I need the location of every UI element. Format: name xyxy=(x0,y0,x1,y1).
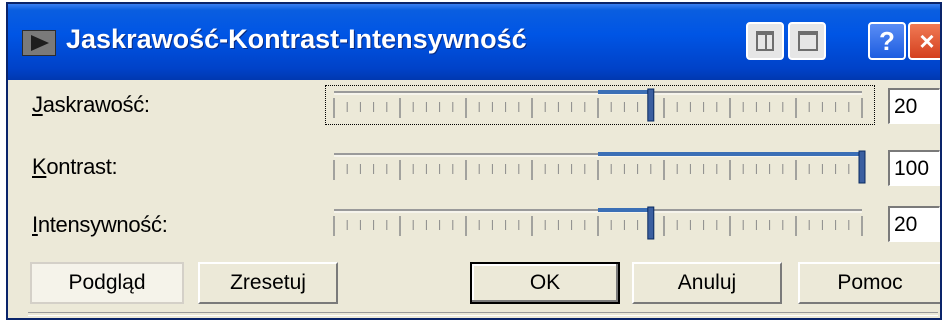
slider-thumb xyxy=(647,88,655,122)
slider-fill xyxy=(598,90,651,94)
reset-button[interactable]: Zresetuj xyxy=(198,262,338,304)
tile-windows-icon[interactable] xyxy=(746,22,784,60)
contrast-accel: K xyxy=(32,154,47,179)
brightness-accel: J xyxy=(32,92,43,117)
help-icon[interactable]: ? xyxy=(868,22,906,60)
status-divider xyxy=(28,312,938,316)
ok-button[interactable]: OK xyxy=(470,262,620,304)
slider-thumb xyxy=(858,150,866,184)
slider-fill xyxy=(598,208,651,212)
slider-fill xyxy=(598,152,862,156)
slider-graphic xyxy=(333,150,866,184)
window-title: Jaskrawość-Kontrast-Intensywność xyxy=(66,24,527,54)
brightness-label: Jaskrawość: xyxy=(32,92,150,118)
intensity-value-field[interactable]: 20 xyxy=(888,206,940,242)
brightness-slider[interactable] xyxy=(325,85,875,125)
slider-thumb xyxy=(647,206,655,240)
brightness-label-rest: askrawość: xyxy=(42,92,150,117)
brightness-value-field[interactable]: 20 xyxy=(888,88,940,124)
help-glyph: ? xyxy=(879,26,895,56)
intensity-label-rest: ntensywność: xyxy=(37,212,168,237)
close-icon[interactable]: × xyxy=(908,22,940,60)
preview-button[interactable]: Podgląd xyxy=(30,262,184,304)
slider-graphic xyxy=(333,88,863,122)
contrast-slider[interactable] xyxy=(326,148,874,186)
help-button[interactable]: Pomoc xyxy=(798,262,940,304)
slider-graphic xyxy=(333,206,863,240)
intensity-label: Intensywność: xyxy=(32,212,168,238)
cancel-button[interactable]: Anuluj xyxy=(632,262,782,304)
contrast-label-rest: ontrast: xyxy=(46,154,118,179)
contrast-value-field[interactable]: 100 xyxy=(888,150,940,186)
play-triangle-icon xyxy=(22,30,56,56)
dialog-window: Jaskrawość-Kontrast-Intensywność ? × Jas… xyxy=(6,2,942,320)
title-bar[interactable]: Jaskrawość-Kontrast-Intensywność ? × xyxy=(8,4,940,80)
maximize-icon[interactable] xyxy=(788,22,826,60)
intensity-slider[interactable] xyxy=(326,204,874,242)
close-glyph: × xyxy=(919,26,935,56)
contrast-label: Kontrast: xyxy=(32,154,118,180)
